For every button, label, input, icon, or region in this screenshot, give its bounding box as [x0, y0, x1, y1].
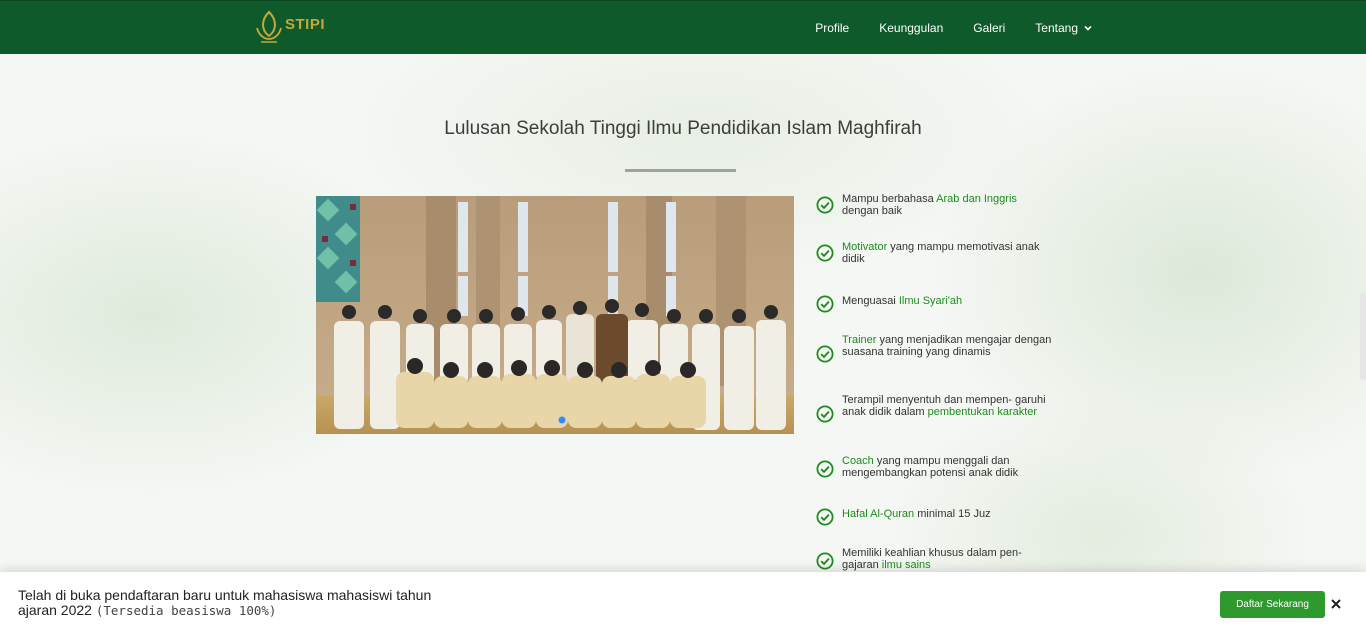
feature-item: Memiliki keahlian khusus dalam pen- gaja… — [816, 547, 1056, 571]
check-circle-icon — [816, 405, 834, 423]
feature-text-pre: Menguasai — [842, 295, 899, 307]
feature-highlight: Hafal Al-Quran — [842, 508, 915, 520]
feature-item: Trainer yang menjadikan mengajar dengan … — [816, 334, 1056, 363]
feature-highlight: Ilmu Syari'ah — [898, 295, 963, 307]
logo-mark-icon — [256, 10, 282, 43]
feature-item: Mampu berbahasa Arab dan Inggris dengan … — [816, 193, 1056, 217]
section-title: Lulusan Sekolah Tinggi Ilmu Pendidikan I… — [444, 118, 922, 139]
nav-tentang[interactable]: Tentang — [1035, 21, 1092, 35]
feature-highlight: Motivator — [842, 241, 888, 253]
feature-item: Coach yang mampu menggali dan mengembang… — [816, 455, 1056, 479]
feature-highlight: Coach — [842, 455, 874, 467]
feature-text: Hafal Al-Quran minimal 15 Juz — [842, 508, 1052, 521]
feature-text-pre: Memiliki keahlian khusus dalam pen- gaja… — [842, 547, 1022, 571]
check-circle-icon — [816, 295, 834, 313]
feature-item: Terampil menyentuh dan mempen- garuhi an… — [816, 394, 1056, 423]
check-circle-icon — [816, 244, 834, 262]
page-scrollbar[interactable] — [1360, 292, 1366, 380]
feature-item: Motivator yang mampu memotivasi anak did… — [816, 241, 1056, 265]
nav-galeri-label: Galeri — [973, 21, 1006, 35]
site-logo[interactable]: STIPI — [251, 7, 341, 47]
feature-item: Menguasai Ilmu Syari'ah — [816, 293, 1056, 313]
nav-keunggulan-label: Keunggulan — [879, 21, 944, 35]
check-circle-icon — [816, 508, 834, 526]
feature-highlight: ilmu sains — [881, 558, 931, 571]
feature-text: Coach yang mampu menggali dan mengembang… — [842, 455, 1052, 479]
feature-highlight: Trainer — [842, 334, 877, 346]
nav-profile[interactable]: Profile — [815, 21, 849, 35]
title-divider — [625, 169, 736, 172]
banner-scholarship-note: (Tersedia beasiswa 100%) — [95, 603, 277, 618]
feature-text: Mampu berbahasa Arab dan Inggris dengan … — [842, 193, 1052, 217]
main-nav: Profile Keunggulan Galeri Tentang — [815, 1, 1092, 55]
feature-text: Motivator yang mampu memotivasi anak did… — [842, 241, 1052, 265]
feature-item: Hafal Al-Quran minimal 15 Juz — [816, 506, 1056, 526]
feature-highlight: pembentukan karakter — [927, 405, 1038, 418]
check-circle-icon — [816, 460, 834, 478]
feature-highlight: Arab dan Inggris — [936, 193, 1017, 205]
feature-text-pre: Mampu berbahasa — [842, 193, 937, 205]
nav-galeri[interactable]: Galeri — [973, 21, 1005, 35]
logo-text: STIPI — [285, 15, 326, 33]
chevron-down-icon — [1084, 25, 1092, 31]
check-circle-icon — [816, 196, 834, 214]
check-circle-icon — [816, 552, 834, 570]
feature-text-post: minimal 15 Juz — [914, 508, 991, 520]
close-icon[interactable] — [1328, 596, 1344, 612]
nav-tentang-label: Tentang — [1035, 21, 1078, 35]
feature-text: Terampil menyentuh dan mempen- garuhi an… — [842, 394, 1052, 418]
registration-banner: Telah di buka pendaftaran baru untuk mah… — [0, 572, 1366, 636]
daftar-sekarang-button[interactable]: Daftar Sekarang — [1220, 591, 1325, 618]
group-photo-image — [316, 196, 794, 434]
graduates-group-photo — [316, 196, 794, 434]
feature-text-post: dengan baik — [842, 204, 902, 217]
check-circle-icon — [816, 345, 834, 363]
nav-keunggulan[interactable]: Keunggulan — [879, 21, 943, 35]
feature-text: Menguasai Ilmu Syari'ah — [842, 295, 1052, 308]
top-navbar: STIPI Profile Keunggulan Galeri Tentang — [0, 0, 1366, 54]
feature-text: Memiliki keahlian khusus dalam pen- gaja… — [842, 547, 1052, 571]
nav-profile-label: Profile — [815, 21, 850, 35]
feature-text: Trainer yang menjadikan mengajar dengan … — [842, 334, 1052, 358]
banner-message: Telah di buka pendaftaran baru untuk mah… — [18, 588, 438, 619]
